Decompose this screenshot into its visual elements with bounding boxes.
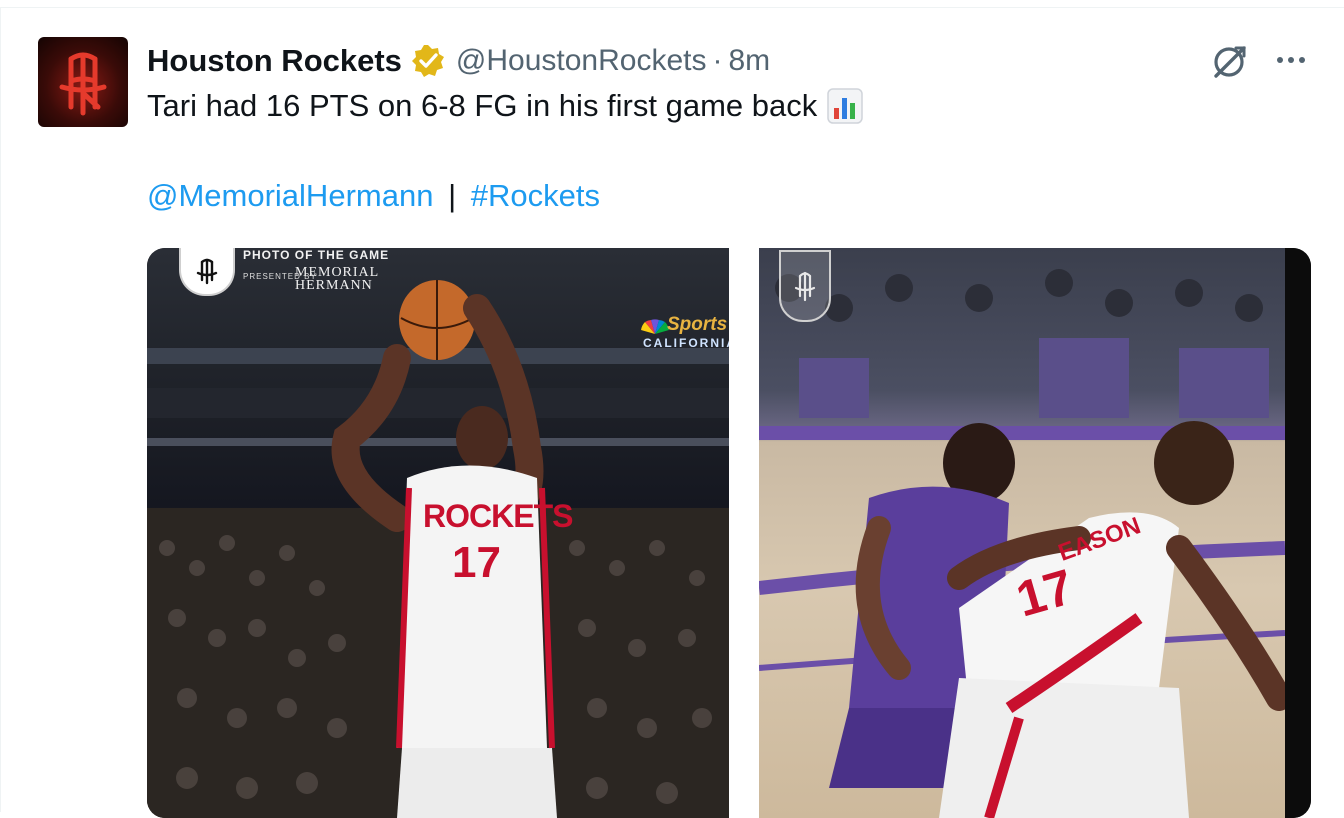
rockets-badge-icon bbox=[179, 248, 235, 296]
sponsor-line-2: HERMANN bbox=[295, 278, 373, 293]
photo-header-title: PHOTO OF THE GAME bbox=[243, 248, 390, 262]
hashtag-link[interactable]: #Rockets bbox=[471, 178, 600, 213]
arena-sign-sports: Sports bbox=[667, 314, 728, 335]
tweet-links: @MemorialHermann | #Rockets bbox=[147, 178, 600, 214]
media-gap bbox=[729, 248, 759, 818]
header-separator: · bbox=[712, 44, 723, 77]
media-grid: PHOTO OF THE GAME PRESENTED BY MEMORIAL … bbox=[147, 248, 1311, 818]
arena-sign-california: CALIFORNIA bbox=[643, 336, 729, 350]
bar-chart-emoji-icon bbox=[827, 88, 863, 124]
tweet-timestamp[interactable]: 8m bbox=[728, 44, 770, 78]
rockets-logo-icon bbox=[59, 52, 107, 116]
link-separator: | bbox=[448, 178, 457, 213]
display-name[interactable]: Houston Rockets bbox=[147, 43, 402, 79]
jersey-number: 17 bbox=[452, 538, 501, 587]
rockets-badge-icon bbox=[779, 250, 831, 322]
grok-icon[interactable] bbox=[1208, 40, 1250, 82]
tweet-header: Houston Rockets @HoustonRockets · 8m bbox=[147, 40, 770, 82]
timeline-divider-top bbox=[0, 7, 1344, 8]
tweet-text: Tari had 16 PTS on 6-8 FG in his first g… bbox=[147, 88, 863, 124]
timeline-divider-left bbox=[0, 7, 1, 812]
verified-badge-icon[interactable] bbox=[410, 43, 446, 79]
court-scene bbox=[759, 269, 1285, 818]
photo-right[interactable]: EASON 17 bbox=[759, 248, 1285, 818]
media-edge bbox=[1285, 248, 1311, 818]
jersey-text: ROCKETS bbox=[423, 498, 573, 534]
user-handle[interactable]: @HoustonRockets bbox=[456, 44, 707, 78]
mention-link[interactable]: @MemorialHermann bbox=[147, 178, 433, 213]
more-icon[interactable] bbox=[1272, 48, 1312, 72]
avatar[interactable] bbox=[38, 37, 128, 127]
sponsor-logo: MEMORIAL HERMANN bbox=[295, 266, 379, 293]
photo-left[interactable]: PHOTO OF THE GAME PRESENTED BY MEMORIAL … bbox=[147, 248, 729, 818]
tweet-text-content: Tari had 16 PTS on 6-8 FG in his first g… bbox=[147, 88, 818, 123]
